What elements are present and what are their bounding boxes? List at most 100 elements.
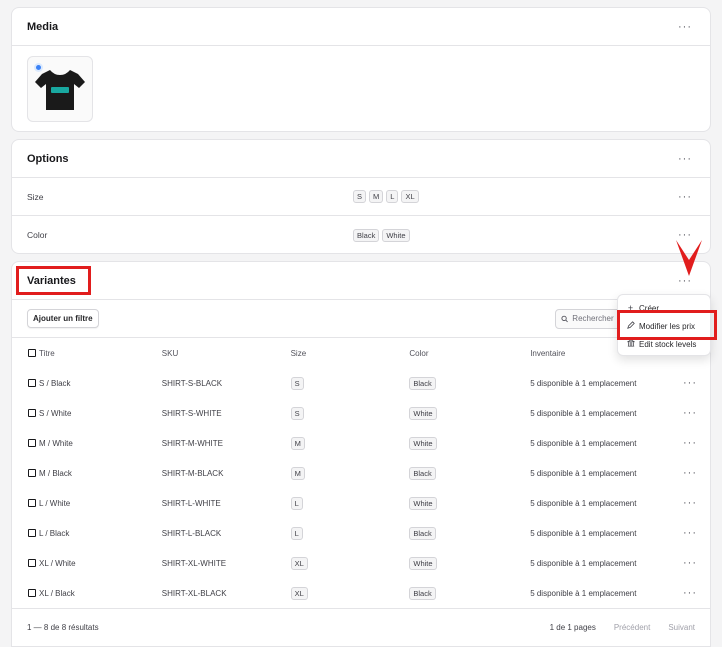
variants-card: Variantes ··· Ajouter un filtre Titre SK… <box>11 261 711 647</box>
page-count: 1 de 1 pages <box>549 623 596 632</box>
select-all-checkbox[interactable] <box>28 349 36 358</box>
menu-item-edit-prices[interactable]: Modifier les prix <box>618 317 710 335</box>
variants-toolbar: Ajouter un filtre <box>12 300 710 338</box>
variant-sku: SHIRT-L-WHITE <box>161 498 221 508</box>
variant-color-chip: White <box>409 436 437 450</box>
options-title: Options <box>27 152 69 165</box>
variant-inventory: 5 disponible à 1 emplacement <box>530 408 637 418</box>
row-more-icon[interactable]: ··· <box>683 377 697 389</box>
variant-title: M / Black <box>38 468 72 478</box>
row-more-icon[interactable]: ··· <box>683 467 697 479</box>
table-row[interactable]: M / White SHIRT-M-WHITE M White 5 disponible… <box>12 428 710 458</box>
variant-size-chip: L <box>290 526 303 540</box>
table-row[interactable]: L / Black SHIRT-L-BLACK L Black 5 disponible… <box>12 518 710 548</box>
variant-title: L / Black <box>38 528 70 538</box>
variant-size-chip: XL <box>290 586 308 600</box>
row-checkbox[interactable] <box>28 589 36 598</box>
table-row[interactable]: S / Black SHIRT-S-BLACK S Black 5 disponible… <box>12 368 710 398</box>
variant-sku: SHIRT-M-BLACK <box>161 468 224 478</box>
options-header: Options ··· <box>12 140 710 178</box>
menu-item-label: Modifier les prix <box>639 321 696 331</box>
variant-color-chip: Black <box>409 586 436 600</box>
table-row[interactable]: M / Black SHIRT-M-BLACK M Black 5 disponible… <box>12 458 710 488</box>
media-more-icon[interactable]: ··· <box>675 21 695 32</box>
column-header-size[interactable]: Size <box>291 338 410 368</box>
table-row[interactable]: L / White SHIRT-L-WHITE L White 5 disponible… <box>12 488 710 518</box>
variant-color-chip: White <box>409 556 437 570</box>
row-checkbox[interactable] <box>28 379 36 388</box>
search-icon <box>561 315 568 322</box>
column-header-color[interactable]: Color <box>409 338 530 368</box>
table-header-row: Titre SKU Size Color Inventaire <box>12 338 710 368</box>
menu-item-edit-stock[interactable]: Edit stock levels <box>618 335 710 353</box>
options-more-icon[interactable]: ··· <box>675 153 695 164</box>
table-row[interactable]: XL / Black SHIRT-XL-BLACK XL Black 5 disponi… <box>12 578 710 608</box>
plus-icon: + <box>627 303 634 313</box>
media-title: Media <box>27 20 59 33</box>
variant-inventory: 5 disponible à 1 emplacement <box>530 588 637 598</box>
prev-page-button[interactable]: Précédent <box>614 623 650 632</box>
product-thumbnail[interactable] <box>27 56 93 122</box>
option-chip: M <box>369 190 384 203</box>
pagination: 1 — 8 de 8 résultats 1 de 1 pages Précéd… <box>12 608 710 646</box>
column-header-title[interactable]: Titre <box>39 338 162 368</box>
variant-title: XL / White <box>38 558 76 568</box>
option-chip: XL <box>401 190 419 203</box>
row-more-icon[interactable]: ··· <box>683 497 697 509</box>
option-chip: L <box>386 190 399 203</box>
table-row[interactable]: S / White SHIRT-S-WHITE S White 5 disponible… <box>12 398 710 428</box>
option-chip: S <box>353 190 367 203</box>
row-checkbox[interactable] <box>28 469 36 478</box>
variants-title: Variantes <box>27 274 76 287</box>
row-checkbox[interactable] <box>28 409 36 418</box>
variant-size-chip: S <box>290 376 304 390</box>
row-more-icon[interactable]: ··· <box>683 557 697 569</box>
column-header-sku[interactable]: SKU <box>162 338 291 368</box>
row-more-icon[interactable]: ··· <box>683 587 697 599</box>
row-checkbox[interactable] <box>28 439 36 448</box>
row-more-icon[interactable]: ··· <box>683 407 697 419</box>
variant-title: S / White <box>38 408 72 418</box>
table-row[interactable]: XL / White SHIRT-XL-WHITE XL White 5 disponi… <box>12 548 710 578</box>
variant-sku: SHIRT-XL-BLACK <box>161 588 227 598</box>
variant-color-chip: White <box>409 496 437 510</box>
menu-item-label: Créer <box>639 303 660 313</box>
variants-table: Titre SKU Size Color Inventaire S / Blac… <box>12 338 710 608</box>
variant-inventory: 5 disponible à 1 emplacement <box>530 438 637 448</box>
variant-title: M / White <box>38 438 73 448</box>
variant-title: XL / Black <box>38 588 75 598</box>
variant-sku: SHIRT-M-WHITE <box>161 438 223 448</box>
variant-inventory: 5 disponible à 1 emplacement <box>530 498 637 508</box>
row-checkbox[interactable] <box>28 559 36 568</box>
media-header: Media ··· <box>12 8 710 46</box>
variant-color-chip: Black <box>409 376 436 390</box>
row-checkbox[interactable] <box>28 499 36 508</box>
option-values: Black White <box>353 228 675 242</box>
option-chip: Black <box>353 228 380 242</box>
menu-item-label: Edit stock levels <box>639 339 697 349</box>
option-more-icon[interactable]: ··· <box>675 191 695 202</box>
row-more-icon[interactable]: ··· <box>683 437 697 449</box>
tshirt-image <box>35 70 85 110</box>
variant-sku: SHIRT-XL-WHITE <box>161 558 227 568</box>
variant-title: L / White <box>38 498 71 508</box>
variant-title: S / Black <box>38 378 71 388</box>
option-row-size: Size S M L XL ··· <box>12 178 710 216</box>
variant-inventory: 5 disponible à 1 emplacement <box>530 528 637 538</box>
row-checkbox[interactable] <box>28 529 36 538</box>
pencil-icon <box>626 321 635 331</box>
variant-sku: SHIRT-S-BLACK <box>161 378 223 388</box>
variant-size-chip: XL <box>290 556 308 570</box>
row-more-icon[interactable]: ··· <box>683 527 697 539</box>
variants-header: Variantes ··· <box>12 262 710 300</box>
variant-size-chip: S <box>290 406 304 420</box>
variant-inventory: 5 disponible à 1 emplacement <box>530 378 637 388</box>
variant-color-chip: White <box>409 406 437 420</box>
variant-size-chip: M <box>290 466 305 480</box>
option-values: S M L XL <box>353 190 675 203</box>
results-count: 1 — 8 de 8 résultats <box>27 623 99 632</box>
menu-item-create[interactable]: + Créer <box>618 299 710 317</box>
add-filter-button[interactable]: Ajouter un filtre <box>27 309 99 328</box>
next-page-button[interactable]: Suivant <box>668 623 695 632</box>
variant-inventory: 5 disponible à 1 emplacement <box>530 468 637 478</box>
